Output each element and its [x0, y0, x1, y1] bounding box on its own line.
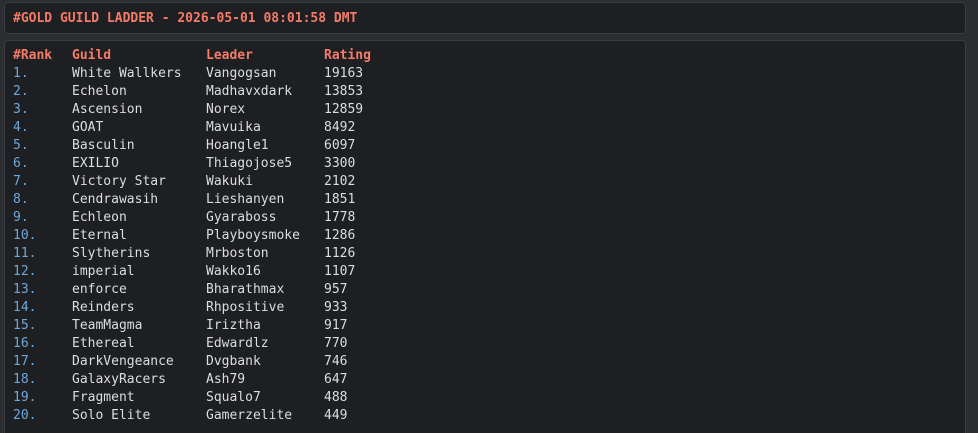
guild-cell: Cendrawasih — [72, 192, 159, 207]
guild-cell: GalaxyRacers — [72, 372, 166, 387]
leader-cell: Thiagojose5 — [206, 156, 293, 171]
guild-cell: DarkVengeance — [72, 354, 174, 369]
rank-cell: 12. — [13, 264, 37, 279]
rank-column-header: #Rank — [13, 48, 53, 63]
leader-cell: Gyaraboss — [206, 210, 277, 225]
rating-cell: 12859 — [324, 102, 364, 117]
rank-cell: 10. — [13, 228, 37, 243]
rating-cell: 3300 — [324, 156, 356, 171]
rating-cell: 449 — [324, 408, 348, 423]
rating-column-header: Rating — [324, 48, 371, 63]
rating-cell: 1851 — [324, 192, 356, 207]
guild-cell: Victory Star — [72, 174, 166, 189]
rating-cell: 8492 — [324, 120, 356, 135]
guild-cell: imperial — [72, 264, 135, 279]
rank-cell: 2. — [13, 84, 29, 99]
rank-cell: 3. — [13, 102, 29, 117]
rating-cell: 746 — [324, 354, 348, 369]
guild-cell: Slytherins — [72, 246, 151, 261]
rating-cell: 1126 — [324, 246, 356, 261]
guild-cell: EXILIO — [72, 156, 119, 171]
leader-cell: Iriztha — [206, 318, 261, 333]
rating-cell: 957 — [324, 282, 348, 297]
guild-cell: Fragment — [72, 390, 135, 405]
rank-cell: 7. — [13, 174, 29, 189]
guild-cell: Echleon — [72, 210, 127, 225]
guild-cell: Ascension — [72, 102, 143, 117]
leader-cell: Playboysmoke — [206, 228, 300, 243]
rating-cell: 1778 — [324, 210, 356, 225]
leader-cell: Hoangle1 — [206, 138, 269, 153]
leader-cell: Vangogsan — [206, 66, 277, 81]
rating-cell: 488 — [324, 390, 348, 405]
leader-cell: Edwardlz — [206, 336, 269, 351]
rank-cell: 19. — [13, 390, 37, 405]
leader-column-header: Leader — [206, 48, 253, 63]
guild-cell: Eternal — [72, 228, 127, 243]
leader-cell: Madhavxdark — [206, 84, 293, 99]
rank-cell: 16. — [13, 336, 37, 351]
ladder-title: #GOLD GUILD LADDER - 2026-05-01 08:01:58… — [13, 11, 358, 26]
leader-cell: Mrboston — [206, 246, 269, 261]
rank-cell: 8. — [13, 192, 29, 207]
rank-cell: 13. — [13, 282, 37, 297]
rating-cell: 647 — [324, 372, 348, 387]
rating-cell: 19163 — [324, 66, 364, 81]
rank-cell: 15. — [13, 318, 37, 333]
rating-cell: 933 — [324, 300, 348, 315]
guild-cell: White Wallkers — [72, 66, 182, 81]
leader-cell: Norex — [206, 102, 246, 117]
leader-cell: Gamerzelite — [206, 408, 293, 423]
title-code-block: #GOLD GUILD LADDER - 2026-05-01 08:01:58… — [4, 2, 966, 34]
leader-cell: Lieshanyen — [206, 192, 285, 207]
guild-column-header: Guild — [72, 48, 112, 63]
ladder-code-block: #Rank Guild Leader Rating 1. White Wallke… — [4, 40, 966, 433]
leader-cell: Ash79 — [206, 372, 246, 387]
guild-cell: enforce — [72, 282, 127, 297]
guild-cell: Basculin — [72, 138, 135, 153]
ladder-header-row: #Rank Guild Leader Rating — [5, 47, 371, 65]
guild-cell: Echelon — [72, 84, 127, 99]
rank-cell: 18. — [13, 372, 37, 387]
leader-cell: Wakuki — [206, 174, 253, 189]
rank-cell: 6. — [13, 156, 29, 171]
leader-cell: Mavuika — [206, 120, 261, 135]
rating-cell: 1107 — [324, 264, 356, 279]
rank-cell: 1. — [13, 66, 29, 81]
guild-cell: Ethereal — [72, 336, 135, 351]
rating-cell: 6097 — [324, 138, 356, 153]
rank-cell: 5. — [13, 138, 29, 153]
guild-cell: GOAT — [72, 120, 104, 135]
guild-cell: TeamMagma — [72, 318, 143, 333]
rating-cell: 13853 — [324, 84, 364, 99]
rank-cell: 9. — [13, 210, 29, 225]
rank-cell: 17. — [13, 354, 37, 369]
rank-cell: 20. — [13, 408, 37, 423]
leader-cell: Bharathmax — [206, 282, 285, 297]
leader-cell: Rhpositive — [206, 300, 285, 315]
leader-cell: Dvgbank — [206, 354, 261, 369]
guild-cell: Solo Elite — [72, 408, 151, 423]
rank-cell: 14. — [13, 300, 37, 315]
rating-cell: 770 — [324, 336, 348, 351]
rating-cell: 1286 — [324, 228, 356, 243]
rating-cell: 2102 — [324, 174, 356, 189]
leader-cell: Squalo7 — [206, 390, 261, 405]
rank-cell: 4. — [13, 120, 29, 135]
leader-cell: Wakko16 — [206, 264, 261, 279]
guild-cell: Reinders — [72, 300, 135, 315]
rating-cell: 917 — [324, 318, 348, 333]
rank-cell: 11. — [13, 246, 37, 261]
